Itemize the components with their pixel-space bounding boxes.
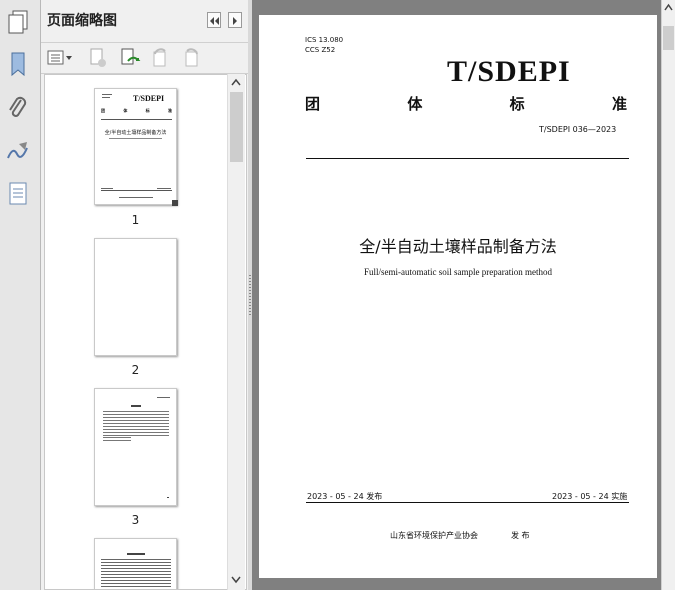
navigation-tool-strip bbox=[0, 0, 41, 590]
splitter-grip[interactable] bbox=[249, 275, 251, 315]
thumb-subtitle-line bbox=[109, 138, 162, 139]
thumb-rule bbox=[101, 190, 172, 191]
scroll-down-icon[interactable] bbox=[231, 576, 241, 584]
thumb-heading-line bbox=[127, 553, 145, 555]
chevron-right-icon bbox=[233, 17, 237, 25]
thumbnail-scrollbar[interactable] bbox=[227, 74, 245, 590]
insert-page-button[interactable] bbox=[119, 47, 141, 69]
thumb-standard-chars: 团体标准 bbox=[101, 108, 172, 113]
thumb-text-line bbox=[101, 188, 113, 189]
panel-title: 页面缩略图 bbox=[47, 13, 117, 29]
thumb-toc-lines bbox=[103, 437, 131, 443]
thumbnail-label-2: 2 bbox=[131, 363, 140, 377]
thumbnail-page-4[interactable] bbox=[94, 538, 177, 589]
thumb-title: 全/半自动土壤样品制备方法 bbox=[104, 130, 167, 136]
thumb-resize-handle[interactable] bbox=[172, 200, 178, 206]
publish-label: 发 布 bbox=[511, 531, 530, 540]
thumb-heading-line bbox=[131, 405, 141, 407]
thumb-body-lines bbox=[101, 559, 171, 589]
bookmark-icon[interactable] bbox=[5, 50, 31, 78]
rotate-right-icon bbox=[185, 48, 198, 67]
header-rule bbox=[306, 158, 629, 159]
thumbnail-label-3: 3 bbox=[131, 513, 140, 527]
paperclip-icon[interactable] bbox=[5, 94, 31, 122]
thumb-text-line bbox=[157, 397, 170, 398]
thumbnail-page-3[interactable] bbox=[94, 388, 177, 506]
thumb-text-line bbox=[102, 94, 112, 95]
thumb-text-line bbox=[119, 197, 153, 198]
publish-date: 2023 - 05 - 24 发布 bbox=[307, 492, 383, 501]
rotate-left-icon bbox=[153, 48, 166, 67]
thumb-toc-lines bbox=[103, 411, 169, 437]
document-scrollbar[interactable] bbox=[661, 0, 675, 590]
panel-header: 页面缩略图 bbox=[41, 0, 248, 43]
footer-rule bbox=[306, 502, 629, 503]
title-chinese: 全/半自动土壤样品制备方法 bbox=[359, 237, 557, 256]
thumbnail-label-1: 1 bbox=[131, 213, 140, 227]
scroll-up-icon[interactable] bbox=[231, 78, 241, 86]
document-scroll-thumb[interactable] bbox=[663, 26, 674, 50]
collapse-panel-button[interactable] bbox=[207, 12, 221, 28]
ics-code: ICS 13.080 bbox=[305, 36, 344, 44]
thumbnail-page-1[interactable]: T/SDEPI 团体标准 全/半自动土壤样品制备方法 bbox=[94, 88, 178, 206]
standard-char-2: 体 bbox=[407, 95, 423, 113]
thumb-page-number bbox=[167, 497, 169, 498]
thumb-text-line bbox=[157, 188, 171, 189]
double-chevron-left-icon bbox=[210, 17, 219, 25]
thumbnail-scroll-thumb[interactable] bbox=[230, 92, 243, 162]
group-standard-label: 团 体 标 准 bbox=[305, 93, 627, 114]
ccs-code: CCS Z52 bbox=[305, 46, 336, 54]
signature-icon[interactable] bbox=[5, 138, 31, 166]
standard-char-4: 准 bbox=[611, 95, 627, 113]
standard-code: T/SDEPI 036—2023 bbox=[539, 125, 617, 134]
title-english: Full/semi-automatic soil sample preparat… bbox=[364, 267, 552, 277]
thumb-brand: T/SDEPI bbox=[133, 94, 165, 103]
standard-char-1: 团 bbox=[305, 95, 321, 113]
options-menu-button[interactable] bbox=[46, 47, 74, 69]
thumb-text-line bbox=[102, 97, 110, 98]
document-page: ICS 13.080 CCS Z52 T/SDEPI 团 体 标 准 T/SDE… bbox=[259, 15, 657, 578]
options-list-icon bbox=[47, 50, 72, 65]
thumbnail-list: T/SDEPI 团体标准 全/半自动土壤样品制备方法 1 2 3 bbox=[44, 74, 247, 590]
rotate-left-button[interactable] bbox=[149, 47, 171, 69]
page-thumbnails-icon[interactable] bbox=[5, 8, 31, 36]
thumb-rule bbox=[101, 119, 172, 120]
delete-page-button[interactable] bbox=[87, 47, 109, 69]
thumbnail-page-2[interactable] bbox=[94, 238, 177, 356]
page-layers-icon[interactable] bbox=[5, 180, 31, 208]
publisher-name: 山东省环境保护产业协会 bbox=[390, 531, 478, 540]
thumbnail-toolbar bbox=[41, 43, 248, 74]
effective-date: 2023 - 05 - 24 实施 bbox=[552, 492, 628, 501]
expand-panel-button[interactable] bbox=[228, 12, 242, 28]
scroll-up-icon[interactable] bbox=[664, 3, 673, 11]
rotate-right-button[interactable] bbox=[181, 47, 203, 69]
standard-char-3: 标 bbox=[509, 95, 525, 113]
standard-brand: T/SDEPI bbox=[447, 55, 571, 88]
insert-page-icon bbox=[121, 48, 141, 65]
delete-page-icon bbox=[90, 48, 106, 67]
